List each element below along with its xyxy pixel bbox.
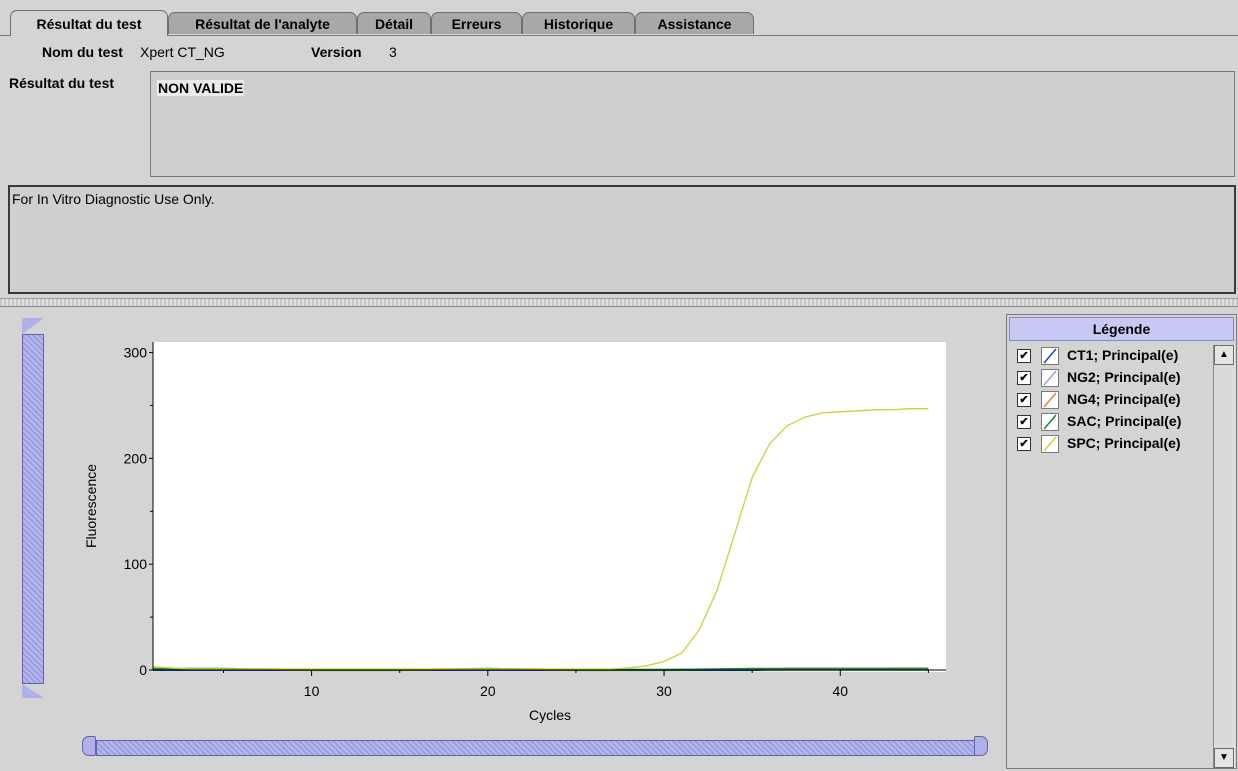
scroll-bottom-handle-icon[interactable] xyxy=(22,684,44,698)
legend-item[interactable]: ✔ SAC; Principal(e) xyxy=(1007,411,1207,433)
tab-assistance[interactable]: Assistance xyxy=(635,12,754,34)
test-name-value: Xpert CT_NG xyxy=(140,44,225,60)
test-result-value: NON VALIDE xyxy=(157,80,245,96)
x-axis-label: Cycles xyxy=(529,707,571,723)
scroll-down-button[interactable]: ▼ xyxy=(1214,748,1234,768)
x-tick-label: 40 xyxy=(832,683,848,699)
legend-scroll-track[interactable] xyxy=(1214,365,1234,748)
vertical-scroll-thumb[interactable] xyxy=(22,334,44,684)
y-tick-label: 100 xyxy=(124,556,148,572)
legend-checkbox[interactable]: ✔ xyxy=(1017,393,1031,407)
legend-checkbox[interactable]: ✔ xyxy=(1017,349,1031,363)
legend-item-label: NG4; Principal(e) xyxy=(1067,391,1181,407)
legend-title: Légende xyxy=(1009,317,1234,341)
legend-checkbox[interactable]: ✔ xyxy=(1017,415,1031,429)
pane-splitter[interactable] xyxy=(0,298,1238,307)
tab-analyte-result[interactable]: Résultat de l'analyte xyxy=(168,12,357,34)
legend-item[interactable]: ✔ NG2; Principal(e) xyxy=(1007,367,1207,389)
series-color-swatch-icon xyxy=(1041,391,1059,409)
version-value: 3 xyxy=(389,44,397,60)
series-color-swatch-icon xyxy=(1041,369,1059,387)
legend-item[interactable]: ✔ SPC; Principal(e) xyxy=(1007,433,1207,455)
legend-item-label: SAC; Principal(e) xyxy=(1067,413,1182,429)
tab-bar: Résultat du test Résultat de l'analyte D… xyxy=(0,0,1238,36)
vertical-zoom-scrollbar[interactable] xyxy=(22,318,46,698)
y-tick-label: 200 xyxy=(124,450,148,466)
legend-panel: Légende ✔ CT1; Principal(e) ✔ NG2; Principa… xyxy=(1006,314,1237,769)
scroll-top-handle-icon[interactable] xyxy=(22,318,44,334)
fluorescence-chart: 10 20 30 40 0 100 200 300 Cycles Fluorescence xyxy=(83,342,946,723)
tab-errors[interactable]: Erreurs xyxy=(431,12,522,34)
x-tick-label: 10 xyxy=(304,683,320,699)
tab-detail[interactable]: Détail xyxy=(357,12,431,34)
test-result-label: Résultat du test xyxy=(9,75,115,91)
y-tick-label: 0 xyxy=(139,662,147,678)
y-tick-label: 300 xyxy=(124,345,148,361)
legend-item[interactable]: ✔ CT1; Principal(e) xyxy=(1007,345,1207,367)
plot-area xyxy=(153,342,946,672)
test-result-box: NON VALIDE xyxy=(150,71,1235,177)
legend-item-label: NG2; Principal(e) xyxy=(1067,369,1181,385)
notice-text: For In Vitro Diagnostic Use Only. xyxy=(12,191,215,207)
version-label: Version xyxy=(311,44,362,60)
series-color-swatch-icon xyxy=(1041,413,1059,431)
legend-scrollbar[interactable]: ▲ ▼ xyxy=(1213,345,1235,768)
series-color-swatch-icon xyxy=(1041,435,1059,453)
scroll-right-handle-icon[interactable] xyxy=(974,736,988,756)
y-axis-label: Fluorescence xyxy=(83,464,99,548)
tab-test-result[interactable]: Résultat du test xyxy=(10,10,168,36)
tab-history[interactable]: Historique xyxy=(522,12,635,34)
legend-checkbox[interactable]: ✔ xyxy=(1017,437,1031,451)
horizontal-scroll-thumb[interactable] xyxy=(96,740,976,756)
test-name-label: Nom du test xyxy=(42,44,123,60)
scroll-up-button[interactable]: ▲ xyxy=(1214,345,1234,365)
legend-item-label: SPC; Principal(e) xyxy=(1067,435,1181,451)
tab-divider xyxy=(0,35,1238,36)
legend-item[interactable]: ✔ NG4; Principal(e) xyxy=(1007,389,1207,411)
legend-checkbox[interactable]: ✔ xyxy=(1017,371,1031,385)
legend-item-label: CT1; Principal(e) xyxy=(1067,347,1179,363)
notice-box: For In Vitro Diagnostic Use Only. xyxy=(8,185,1236,294)
x-tick-label: 20 xyxy=(480,683,496,699)
series-color-swatch-icon xyxy=(1041,347,1059,365)
x-tick-label: 30 xyxy=(656,683,672,699)
legend-list: ✔ CT1; Principal(e) ✔ NG2; Principal(e) ✔ NG4… xyxy=(1007,345,1212,765)
